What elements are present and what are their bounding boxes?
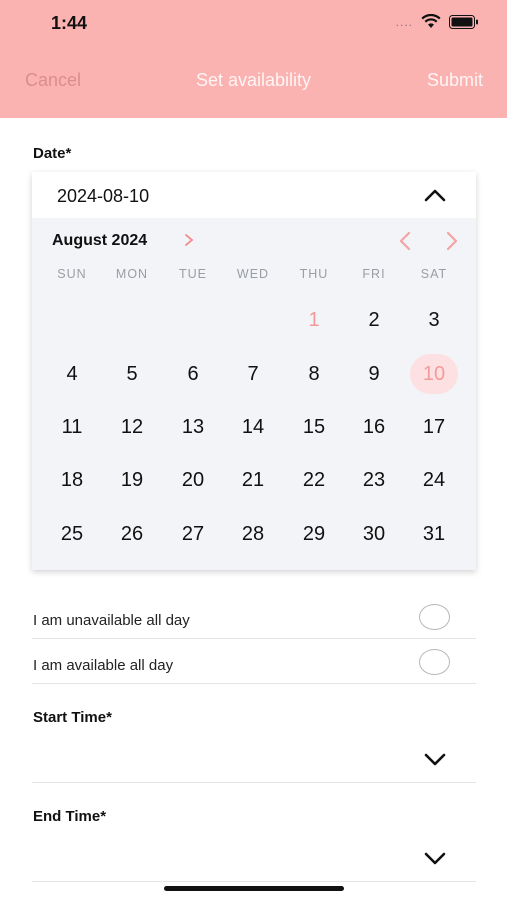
- calendar-day[interactable]: 16: [350, 407, 398, 447]
- calendar-day[interactable]: 20: [169, 460, 217, 500]
- date-picker: 2024-08-10 August 2024 SUN MON TUE WED THU FR…: [32, 172, 476, 570]
- date-label: Date*: [33, 145, 72, 162]
- start-time-label: Start Time*: [33, 709, 112, 726]
- calendar-day[interactable]: 2: [350, 300, 398, 340]
- weekday-label: THU: [299, 267, 329, 281]
- chevron-down-icon[interactable]: [424, 852, 446, 870]
- weekday-label: TUE: [179, 267, 207, 281]
- weekday-label: WED: [236, 267, 270, 281]
- calendar-day[interactable]: 19: [108, 460, 156, 500]
- unavailable-all-day-row[interactable]: I am unavailable all day: [32, 594, 476, 639]
- calendar-day[interactable]: 13: [169, 407, 217, 447]
- weekday-label: SUN: [57, 267, 87, 281]
- chevron-down-icon[interactable]: [424, 753, 446, 771]
- calendar-day[interactable]: 5: [108, 354, 156, 394]
- calendar-day[interactable]: 23: [350, 460, 398, 500]
- calendar-day[interactable]: 7: [229, 354, 277, 394]
- battery-icon: [449, 14, 479, 29]
- calendar-day[interactable]: 4: [48, 354, 96, 394]
- calendar-day[interactable]: 8: [290, 354, 338, 394]
- option-label: I am available all day: [33, 657, 174, 674]
- calendar-day[interactable]: 25: [48, 514, 96, 554]
- calendar-day[interactable]: 26: [108, 514, 156, 554]
- calendar-day[interactable]: 11: [48, 407, 96, 447]
- calendar-day[interactable]: 27: [169, 514, 217, 554]
- weekday-label: FRI: [362, 267, 386, 281]
- calendar-day[interactable]: 21: [229, 460, 277, 500]
- calendar-day-selected[interactable]: 10: [410, 354, 458, 394]
- calendar-day[interactable]: 15: [290, 407, 338, 447]
- available-radio[interactable]: [419, 649, 450, 675]
- calendar-day[interactable]: 30: [350, 514, 398, 554]
- unavailable-radio[interactable]: [419, 604, 450, 630]
- calendar-day[interactable]: 17: [410, 407, 458, 447]
- weekday-label: MON: [115, 267, 149, 281]
- weekday-label: SAT: [420, 267, 448, 281]
- month-year-label[interactable]: August 2024: [52, 232, 147, 250]
- nav-bar: Set availability Cancel Submit: [0, 70, 507, 94]
- start-time-select[interactable]: [32, 735, 476, 783]
- next-month-icon[interactable]: [444, 230, 460, 257]
- calendar-day[interactable]: 24: [410, 460, 458, 500]
- home-indicator: [164, 886, 344, 891]
- cancel-button[interactable]: Cancel: [25, 70, 81, 91]
- month-chevron-right-icon[interactable]: [184, 233, 194, 250]
- date-value: 2024-08-10: [57, 186, 150, 206]
- status-icons: ....: [396, 14, 479, 29]
- date-field[interactable]: 2024-08-10: [32, 172, 476, 218]
- calendar-day[interactable]: 29: [290, 514, 338, 554]
- status-time: 1:44: [51, 13, 88, 33]
- submit-button[interactable]: Submit: [427, 70, 483, 91]
- prev-month-icon[interactable]: [397, 230, 413, 257]
- cellular-dots-icon: ....: [395, 14, 413, 29]
- calendar-day[interactable]: 14: [229, 407, 277, 447]
- calendar-day[interactable]: 28: [229, 514, 277, 554]
- end-time-select[interactable]: [32, 834, 476, 882]
- available-all-day-row[interactable]: I am available all day: [32, 639, 476, 684]
- chevron-up-icon[interactable]: [424, 188, 446, 207]
- option-label: I am unavailable all day: [33, 612, 190, 629]
- calendar-day[interactable]: 22: [290, 460, 338, 500]
- end-time-label: End Time*: [33, 808, 107, 825]
- wifi-icon: [421, 14, 441, 29]
- calendar-day[interactable]: 3: [410, 300, 458, 340]
- calendar-day[interactable]: 1: [290, 300, 338, 340]
- calendar-day[interactable]: 6: [169, 354, 217, 394]
- calendar-day[interactable]: 18: [48, 460, 96, 500]
- header-bar: 1:44 .... Set availability Cancel Submit: [0, 0, 507, 118]
- calendar-day[interactable]: 12: [108, 407, 156, 447]
- calendar-day[interactable]: 9: [350, 354, 398, 394]
- calendar-day[interactable]: 31: [410, 514, 458, 554]
